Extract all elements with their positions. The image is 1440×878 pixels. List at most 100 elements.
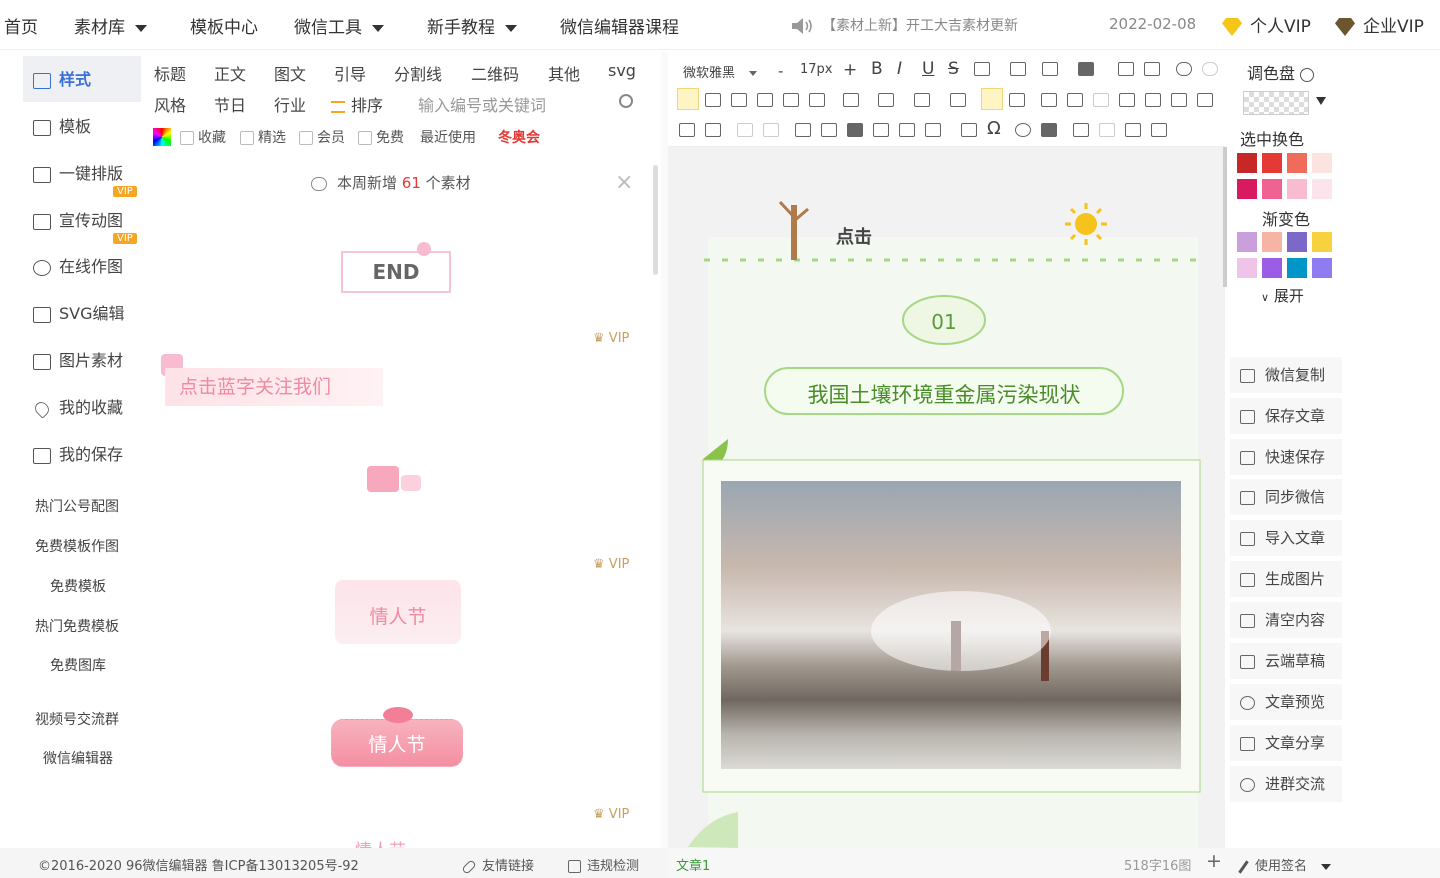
friend-links[interactable]: 友情链接 [461, 855, 534, 875]
magic-icon[interactable] [925, 123, 941, 137]
redo-icon[interactable] [763, 123, 779, 137]
filter-featured[interactable]: 精选 [240, 127, 286, 147]
category-svg[interactable]: svg [608, 61, 636, 80]
font-color-icon[interactable] [1010, 62, 1026, 76]
align-left-button[interactable] [677, 88, 699, 110]
color-swatch[interactable] [1312, 179, 1332, 199]
article-preview-button[interactable]: 文章预览 [1230, 684, 1342, 720]
color-preview[interactable] [1243, 91, 1309, 115]
find-replace-icon[interactable] [899, 123, 915, 137]
color-swatch[interactable] [1262, 258, 1282, 278]
sidebar-item-style[interactable]: 样式 [33, 66, 91, 90]
color-swatch[interactable] [1287, 232, 1307, 252]
color-swatch[interactable] [1262, 232, 1282, 252]
sidebar-item-image-material[interactable]: 图片素材 [33, 347, 123, 371]
document-icon[interactable] [705, 123, 721, 137]
sidebar-item-template[interactable]: 模板 [33, 113, 91, 137]
format-painter-icon[interactable] [873, 123, 889, 137]
superscript-icon[interactable] [1118, 62, 1134, 76]
color-swatch[interactable] [1287, 258, 1307, 278]
article-section-number[interactable]: 01 [920, 310, 968, 334]
sidebar-link-video-group[interactable]: 视频号交流群 [35, 709, 119, 729]
special-char-icon[interactable]: Ω [987, 118, 1001, 139]
category-guide[interactable]: 引导 [334, 61, 366, 85]
strikethrough-button[interactable]: S [948, 59, 959, 79]
chevron-down-icon[interactable] [1316, 97, 1326, 105]
map-icon[interactable] [1197, 93, 1213, 107]
eraser-icon[interactable] [847, 123, 863, 137]
add-article-icon[interactable]: + [1206, 850, 1222, 872]
italic-button[interactable]: I [897, 59, 902, 79]
join-group-button[interactable]: 进群交流 [1230, 766, 1342, 802]
nav-course[interactable]: 微信编辑器课程 [560, 13, 679, 38]
font-family-select[interactable]: 微软雅黑 [683, 62, 758, 81]
color-swatch[interactable] [1312, 153, 1332, 173]
color-swatch[interactable] [1287, 179, 1307, 199]
compliance-check[interactable]: 违规检测 [568, 855, 639, 874]
insert-frame-icon[interactable] [1073, 123, 1089, 137]
category-festival[interactable]: 节日 [214, 92, 246, 116]
sample-valentine-bow[interactable]: 情人节 [331, 719, 463, 767]
indent-icon[interactable] [783, 93, 799, 107]
checkbox[interactable] [240, 131, 254, 145]
color-swatch[interactable] [1237, 179, 1257, 199]
category-style[interactable]: 风格 [154, 92, 186, 116]
wechat-copy-button[interactable]: 微信复制 [1230, 357, 1342, 393]
line-height-icon[interactable] [809, 93, 825, 107]
color-swatch[interactable] [1237, 232, 1257, 252]
expand-palette[interactable]: ∨ 展开 [1261, 285, 1304, 306]
subscript-icon[interactable] [1144, 62, 1160, 76]
sample-end[interactable]: END [341, 251, 451, 293]
move-up-icon[interactable] [1099, 123, 1115, 137]
sidebar-item-promo-gif[interactable]: 宣传动图 [33, 207, 123, 231]
underline-button[interactable]: U [922, 59, 934, 79]
material-search-input[interactable]: 输入编号或关键词 [418, 92, 546, 116]
color-swatch[interactable] [1287, 153, 1307, 173]
category-qrcode[interactable]: 二维码 [471, 61, 519, 85]
html-icon[interactable] [679, 123, 695, 137]
category-title[interactable]: 标题 [154, 61, 186, 85]
sample-valentine[interactable]: 情人节 [335, 580, 461, 644]
color-swatch[interactable] [1237, 258, 1257, 278]
unordered-list-icon[interactable] [914, 93, 930, 107]
paragraph-spacing-icon[interactable] [843, 93, 859, 107]
unlink-icon[interactable] [1202, 62, 1218, 76]
text-bg-icon[interactable] [1078, 62, 1094, 76]
select-all-icon[interactable] [821, 123, 837, 137]
nav-tutorial[interactable]: 新手教程 [427, 13, 517, 38]
category-image-text[interactable]: 图文 [274, 61, 306, 85]
category-other[interactable]: 其他 [548, 61, 580, 85]
font-size-increase[interactable]: + [843, 60, 857, 80]
font-size-decrease[interactable]: - [778, 62, 783, 80]
paste-icon[interactable] [795, 123, 811, 137]
close-icon[interactable]: × [615, 170, 633, 195]
personal-vip-link[interactable]: 个人VIP [1222, 12, 1311, 37]
ordered-list-icon[interactable] [878, 93, 894, 107]
color-swatch[interactable] [1262, 179, 1282, 199]
help-icon[interactable] [1300, 67, 1315, 82]
sidebar-link-hot-free-template[interactable]: 热门免费模板 [35, 616, 119, 636]
sample-follow-us[interactable]: 点击蓝字关注我们 [165, 368, 383, 406]
heart-icon[interactable] [367, 466, 399, 492]
align-right-icon[interactable] [731, 93, 747, 107]
emoji-icon[interactable] [1015, 123, 1031, 137]
fullscreen-icon[interactable] [1151, 123, 1167, 137]
move-down-icon[interactable] [1125, 123, 1141, 137]
outdent-icon[interactable] [1009, 93, 1025, 107]
clear-format-icon[interactable] [1041, 93, 1057, 107]
sidebar-link-free-template[interactable]: 免费模板 [50, 576, 106, 596]
sidebar-item-online-design[interactable]: 在线作图 [33, 253, 123, 277]
nav-home[interactable]: 首页 [4, 13, 38, 38]
article-tab[interactable]: 文章1 [676, 855, 710, 874]
undo-icon[interactable] [737, 123, 753, 137]
table-icon[interactable] [1067, 93, 1083, 107]
generate-image-button[interactable]: 生成图片 [1230, 561, 1342, 597]
color-swatch[interactable] [1262, 153, 1282, 173]
cloud-draft-button[interactable]: 云端草稿 [1230, 643, 1342, 679]
align-justify-icon[interactable] [757, 93, 773, 107]
category-body[interactable]: 正文 [214, 61, 246, 85]
quote-icon[interactable] [1041, 123, 1057, 137]
material-scrollbar[interactable] [653, 165, 658, 275]
category-divider[interactable]: 分割线 [394, 61, 442, 85]
color-swatch[interactable] [1312, 232, 1332, 252]
